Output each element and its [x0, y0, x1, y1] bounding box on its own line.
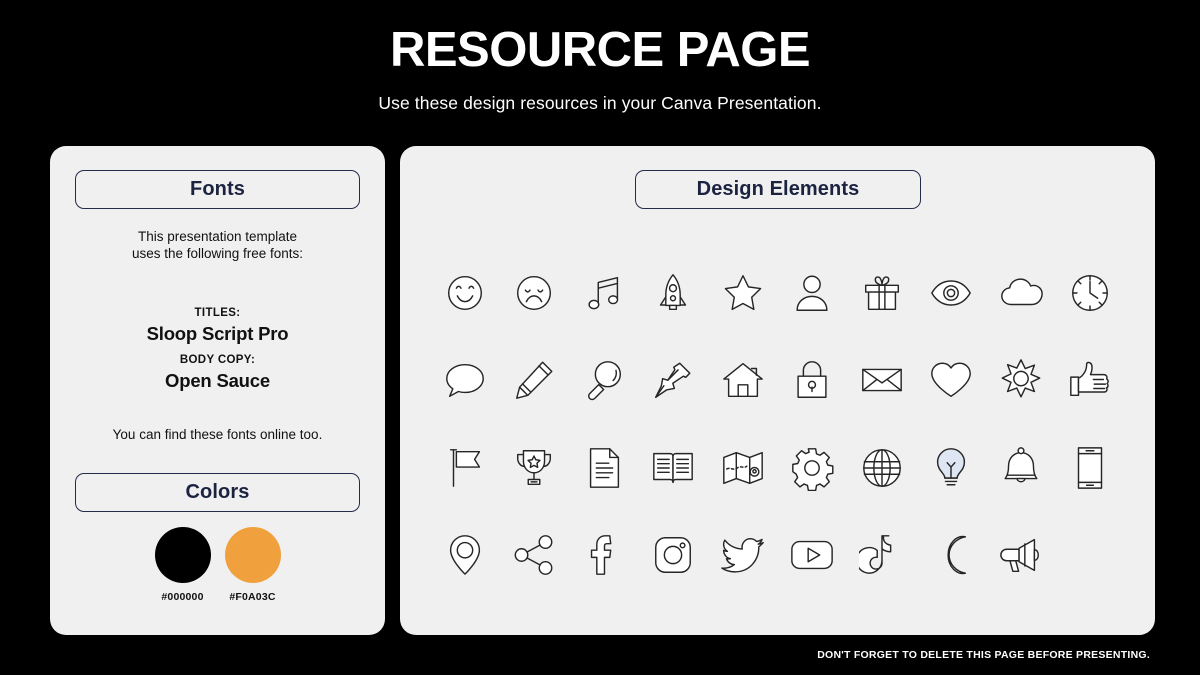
color-swatch-orange [224, 527, 281, 583]
fonts-intro-text: This presentation template uses the foll… [131, 229, 304, 262]
color-swatch-row: #000000 #F0A03C [50, 527, 385, 603]
sad-face-icon[interactable] [506, 265, 562, 321]
document-icon[interactable] [576, 440, 632, 496]
star-icon[interactable] [715, 265, 771, 321]
titles-font-block: TITLES: Sloop Script Pro [50, 306, 385, 346]
pencil-icon[interactable] [506, 352, 562, 408]
colors-section-heading: Colors [75, 473, 360, 512]
page-title: RESOURCE PAGE [389, 23, 811, 77]
color-swatch-item: #000000 [152, 527, 214, 603]
titles-font-name: Sloop Script Pro [146, 322, 289, 344]
instagram-icon[interactable] [645, 527, 701, 583]
eye-icon[interactable] [923, 265, 979, 321]
page-subtitle: Use these design resources in your Canva… [378, 93, 822, 113]
pushpin-icon[interactable] [645, 352, 701, 408]
facebook-icon[interactable] [576, 527, 632, 583]
delete-page-reminder: DON'T FORGET TO DELETE THIS PAGE BEFORE … [817, 649, 1150, 661]
slide-canvas: RESOURCE PAGE Use these design resources… [0, 0, 1200, 675]
design-elements-grid [430, 249, 1125, 599]
open-book-icon[interactable] [645, 440, 701, 496]
youtube-icon[interactable] [784, 527, 840, 583]
cloud-icon[interactable] [993, 265, 1049, 321]
gear-icon[interactable] [784, 440, 840, 496]
trophy-icon[interactable] [506, 440, 562, 496]
color-swatch-item: #F0A03C [222, 527, 284, 603]
music-note-icon[interactable] [576, 265, 632, 321]
gift-icon[interactable] [854, 265, 910, 321]
speech-bubble-icon[interactable] [437, 352, 493, 408]
fonts-and-colors-panel: Fonts This presentation template uses th… [50, 146, 385, 635]
location-pin-icon[interactable] [437, 527, 493, 583]
smartphone-icon[interactable] [1062, 440, 1118, 496]
flag-icon[interactable] [437, 440, 493, 496]
color-swatch-black [154, 527, 211, 583]
body-role-label: BODY COPY: [179, 354, 256, 366]
tiktok-icon[interactable] [854, 527, 910, 583]
twitter-icon[interactable] [715, 527, 771, 583]
body-font-block: BODY COPY: Open Sauce [50, 353, 385, 393]
design-elements-panel: Design Elements [400, 146, 1155, 635]
envelope-icon[interactable] [854, 352, 910, 408]
smiley-face-icon[interactable] [437, 265, 493, 321]
color-hex-label: #F0A03C [229, 591, 276, 603]
house-icon[interactable] [715, 352, 771, 408]
heart-icon[interactable] [923, 352, 979, 408]
color-hex-label: #000000 [161, 591, 204, 603]
fonts-section-heading: Fonts [75, 170, 360, 209]
lock-icon[interactable] [784, 352, 840, 408]
clock-icon[interactable] [1062, 265, 1118, 321]
lightbulb-icon[interactable] [923, 440, 979, 496]
sun-icon[interactable] [993, 352, 1049, 408]
design-elements-heading: Design Elements [635, 170, 921, 209]
megaphone-icon[interactable] [993, 527, 1049, 583]
folded-map-icon[interactable] [715, 440, 771, 496]
person-icon[interactable] [784, 265, 840, 321]
thumbs-up-icon[interactable] [1062, 352, 1118, 408]
globe-icon[interactable] [854, 440, 910, 496]
body-font-name: Open Sauce [165, 369, 270, 391]
magnifying-glass-icon[interactable] [576, 352, 632, 408]
moon-icon[interactable] [923, 527, 979, 583]
rocket-icon[interactable] [645, 265, 701, 321]
bell-icon[interactable] [993, 440, 1049, 496]
share-icon[interactable] [506, 527, 562, 583]
titles-role-label: TITLES: [194, 307, 241, 319]
fonts-outro-text: You can find these fonts online too. [112, 427, 323, 442]
